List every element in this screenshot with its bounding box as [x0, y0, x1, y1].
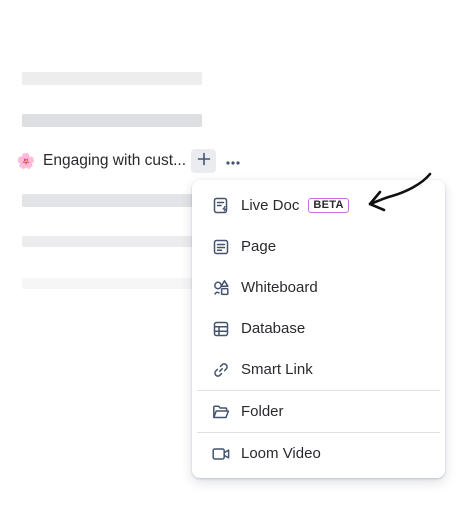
page-tree-item-title: Engaging with cust...: [43, 152, 187, 169]
skeleton-row: [22, 114, 202, 127]
menu-item-label: Page: [241, 238, 277, 255]
create-menu: Live Doc BETA Page Whiteboard Database S…: [192, 180, 445, 478]
menu-item-label: Smart Link: [241, 361, 313, 378]
skeleton-row: [22, 72, 202, 85]
menu-item-whiteboard[interactable]: Whiteboard: [192, 267, 445, 308]
menu-item-label: Loom Video: [241, 445, 321, 462]
link-icon: [212, 361, 230, 379]
database-icon: [212, 320, 230, 338]
menu-item-page[interactable]: Page: [192, 226, 445, 267]
menu-item-folder[interactable]: Folder: [192, 391, 445, 432]
menu-item-label: Folder: [241, 403, 284, 420]
more-actions-button[interactable]: [222, 149, 244, 173]
menu-item-label: Database: [241, 320, 306, 337]
page-tree-panel: 🌸 Engaging with cust... Live Doc BETA Pa…: [0, 0, 474, 515]
skeleton-row: [22, 236, 194, 247]
annotation-arrow-icon: [368, 172, 432, 212]
folder-icon: [212, 403, 230, 421]
beta-badge: BETA: [308, 198, 349, 213]
live-doc-icon: [212, 197, 230, 215]
page-icon: [212, 238, 230, 256]
skeleton-row: [22, 278, 194, 289]
menu-item-database[interactable]: Database: [192, 308, 445, 349]
whiteboard-icon: [212, 279, 230, 297]
create-button[interactable]: [191, 149, 216, 173]
page-tree-item[interactable]: 🌸 Engaging with cust...: [16, 149, 186, 173]
skeleton-row: [22, 194, 194, 207]
menu-item-label: Live Doc: [241, 197, 300, 214]
page-emoji: 🌸: [16, 153, 36, 170]
menu-item-loom-video[interactable]: Loom Video: [192, 433, 445, 474]
more-horizontal-icon: [226, 152, 240, 170]
menu-item-smart-link[interactable]: Smart Link: [192, 349, 445, 390]
plus-icon: [197, 152, 211, 171]
menu-item-label: Whiteboard: [241, 279, 318, 296]
video-icon: [212, 445, 230, 463]
